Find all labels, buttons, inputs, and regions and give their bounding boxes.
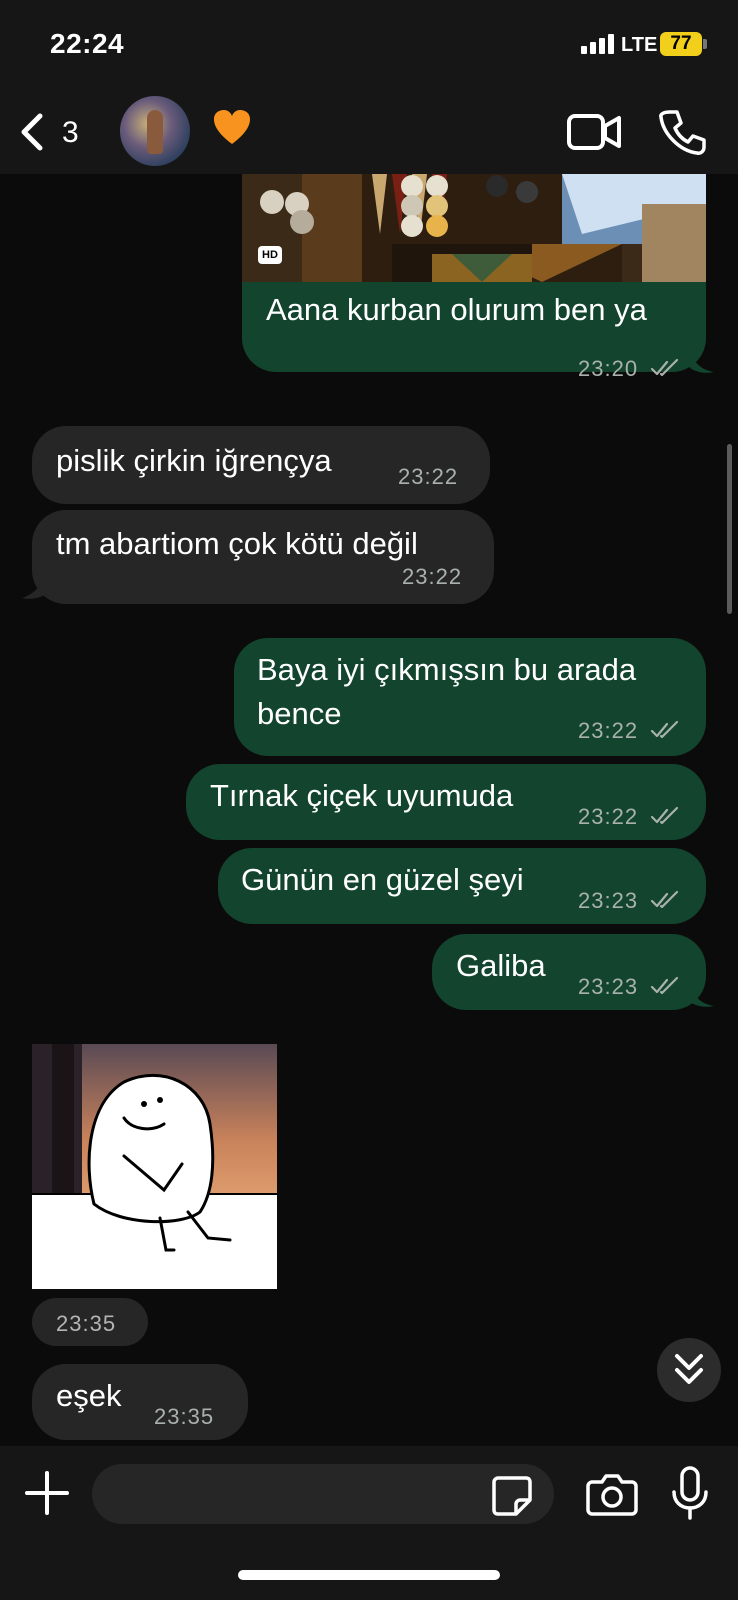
- contact-avatar[interactable]: [120, 96, 190, 166]
- sticker-image[interactable]: [32, 1044, 277, 1289]
- message-time: 23:22: [578, 718, 639, 743]
- double-chevron-down-icon: [675, 1354, 703, 1384]
- sticker-icon[interactable]: [490, 1474, 534, 1518]
- message-text: Tırnak çiçek uyumuda: [210, 778, 514, 813]
- avatar-person-figure: [147, 110, 163, 154]
- message-text: Günün en güzel şeyi: [241, 862, 524, 897]
- phone-icon[interactable]: [654, 108, 710, 156]
- bubble-tail: [690, 984, 714, 1007]
- microphone-icon[interactable]: [668, 1466, 712, 1522]
- chevron-left-icon: [21, 113, 43, 151]
- message-list[interactable]: HD Aana kurban olurum ben ya 23:20 pisli…: [0, 174, 738, 1446]
- network-type: LTE: [621, 34, 658, 56]
- camera-icon[interactable]: [586, 1472, 638, 1516]
- read-receipt-icon: [650, 806, 679, 825]
- battery-cap: [703, 39, 707, 49]
- home-indicator[interactable]: [238, 1570, 500, 1580]
- shared-photo[interactable]: HD: [242, 174, 706, 282]
- bubble-tail: [690, 350, 714, 373]
- message-text: Galiba: [456, 948, 546, 983]
- message-text: Aana kurban olurum ben ya: [266, 292, 647, 327]
- message-time: 23:35: [154, 1404, 215, 1429]
- message-time: 23:22: [578, 804, 639, 829]
- message-time: 23:35: [56, 1311, 117, 1336]
- battery-icon: 77: [660, 32, 702, 56]
- message-text: pislik çirkin iğrençya: [56, 443, 332, 478]
- message-time: 23:23: [578, 888, 639, 913]
- read-receipt-icon: [650, 976, 679, 995]
- message-time: 23:22: [398, 464, 459, 489]
- scroll-indicator[interactable]: [727, 444, 732, 614]
- scroll-to-bottom-button[interactable]: [657, 1338, 721, 1402]
- chat-header: 3: [0, 90, 738, 174]
- read-receipt-icon: [650, 358, 679, 377]
- status-bar: 22:24 LTE 77: [0, 0, 738, 90]
- cellular-signal-icon: [581, 34, 617, 54]
- orange-heart-icon: [214, 110, 250, 144]
- message-time: 23:20: [578, 356, 639, 381]
- message-text: eşek: [56, 1378, 122, 1413]
- read-receipt-icon: [650, 720, 679, 739]
- message-input-bar: [0, 1446, 738, 1600]
- unread-count: 3: [62, 116, 79, 149]
- blob-character-sticker: [32, 1044, 277, 1289]
- message-time: 23:22: [402, 564, 463, 589]
- message-time: 23:23: [578, 974, 639, 999]
- message-text: tm abartiom çok kötü değil: [56, 526, 418, 561]
- message-input[interactable]: [92, 1464, 554, 1524]
- plus-icon[interactable]: [22, 1468, 72, 1518]
- video-camera-icon[interactable]: [566, 108, 622, 156]
- backgammon-photo: [242, 174, 706, 282]
- battery-level: 77: [670, 33, 692, 54]
- read-receipt-icon: [650, 890, 679, 909]
- back-button[interactable]: 3: [14, 108, 94, 156]
- status-time: 22:24: [50, 28, 125, 59]
- hd-badge: HD: [258, 246, 282, 264]
